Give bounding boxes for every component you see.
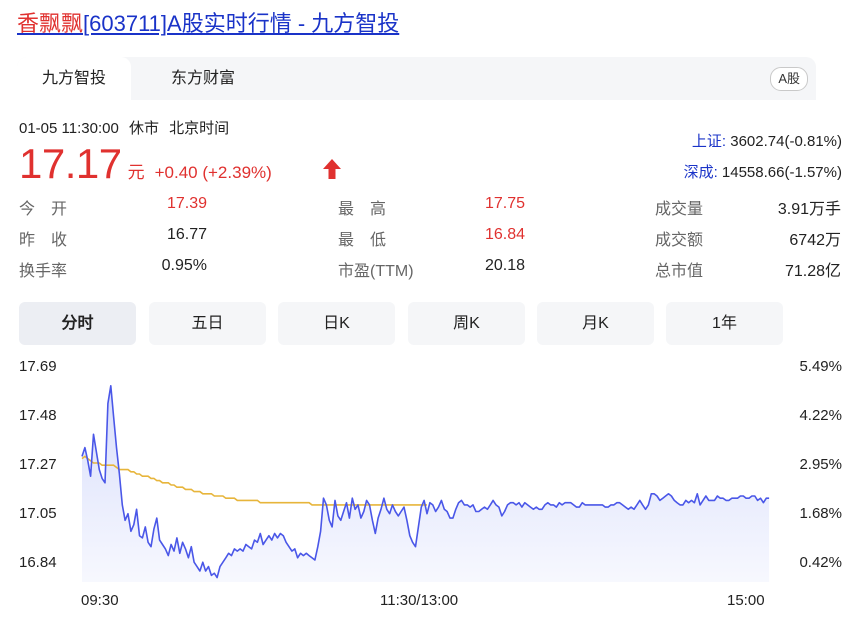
stat-value: 17.75 [484, 195, 525, 212]
quote-datetime: 01-05 11:30:00 [19, 120, 119, 137]
market-badge: A股 [770, 67, 808, 91]
stat-label: 昨 收 [19, 232, 68, 249]
page-title[interactable]: 香飘飘[603711]A股实时行情 - 九方智投 [17, 6, 399, 38]
stat-value: 16.77 [166, 226, 207, 243]
tab-monthly-k[interactable]: 月K [537, 302, 654, 345]
price-unit: 元 [127, 163, 145, 182]
current-price: 17.17 [19, 140, 122, 187]
index-shanghai[interactable]: 上证: 3602.74(-0.81%) [692, 130, 842, 151]
y-pct-tick-label: 0.42% [799, 554, 842, 571]
title-rest[interactable]: A股实时行情 - 九方智投 [167, 11, 399, 36]
stock-name[interactable]: 香飘飘 [17, 11, 83, 36]
tab-jiufang[interactable]: 九方智投 [17, 57, 131, 100]
tab-weekly-k[interactable]: 周K [408, 302, 525, 345]
x-tick-label: 09:30 [81, 592, 119, 609]
stock-code[interactable]: [603711] [83, 11, 167, 36]
y-pct-tick-label: 5.49% [799, 358, 842, 375]
stat-value: 6742万 [789, 232, 841, 249]
stat-value: 3.91万手 [777, 201, 841, 218]
tab-five-day[interactable]: 五日 [149, 302, 266, 345]
y-tick-label: 17.48 [19, 407, 57, 424]
stat-value: 20.18 [484, 257, 525, 274]
arrow-up-icon [323, 159, 341, 179]
stat-label: 成交量 [655, 201, 704, 218]
stat-label: 市盈(TTM) [338, 263, 414, 280]
index-shanghai-name[interactable]: 上证: [692, 133, 726, 150]
average-price-line [81, 455, 427, 506]
y-tick-label: 16.84 [19, 554, 57, 571]
x-tick-label: 15:00 [727, 592, 765, 609]
y-pct-tick-label: 4.22% [799, 407, 842, 424]
index-shenzhen-name[interactable]: 深成: [684, 164, 718, 181]
stat-value: 16.84 [484, 226, 525, 243]
stat-value: 71.28亿 [784, 263, 841, 280]
status-line: 01-05 11:30:00 休市 北京时间 [19, 117, 235, 138]
index-shanghai-value: 3602.74(-0.81%) [730, 133, 842, 150]
tab-eastmoney[interactable]: 东方财富 [131, 57, 275, 100]
time-zone: 北京时间 [169, 120, 230, 137]
price-block: 17.17 元 +0.40 (+2.39%) [19, 140, 272, 188]
stat-label: 换手率 [19, 263, 68, 280]
stat-label: 总市值 [655, 263, 704, 280]
index-shenzhen[interactable]: 深成: 14558.66(-1.57%) [684, 161, 842, 182]
stat-label: 成交额 [655, 232, 704, 249]
stat-label: 今 开 [19, 201, 68, 218]
price-line [81, 385, 770, 579]
tab-one-year[interactable]: 1年 [666, 302, 783, 345]
y-tick-label: 17.27 [19, 456, 57, 473]
y-pct-tick-label: 2.95% [799, 456, 842, 473]
stat-label: 最 高 [338, 201, 387, 218]
price-change: +0.40 (+2.39%) [154, 163, 272, 182]
stat-value: 0.95% [161, 257, 207, 274]
market-state: 休市 [128, 120, 159, 137]
stat-label: 最 低 [338, 232, 387, 249]
tab-daily-k[interactable]: 日K [278, 302, 395, 345]
tab-minute[interactable]: 分时 [19, 302, 136, 345]
stat-value: 17.39 [166, 195, 207, 212]
index-shenzhen-value: 14558.66(-1.57%) [721, 164, 842, 181]
source-tabbar: 九方智投 东方财富 A股 [17, 57, 816, 100]
y-pct-tick-label: 1.68% [799, 505, 842, 522]
x-tick-label: 11:30/13:00 [380, 592, 459, 609]
y-tick-label: 17.69 [19, 358, 57, 375]
price-area [82, 385, 770, 582]
y-tick-label: 17.05 [19, 505, 57, 522]
